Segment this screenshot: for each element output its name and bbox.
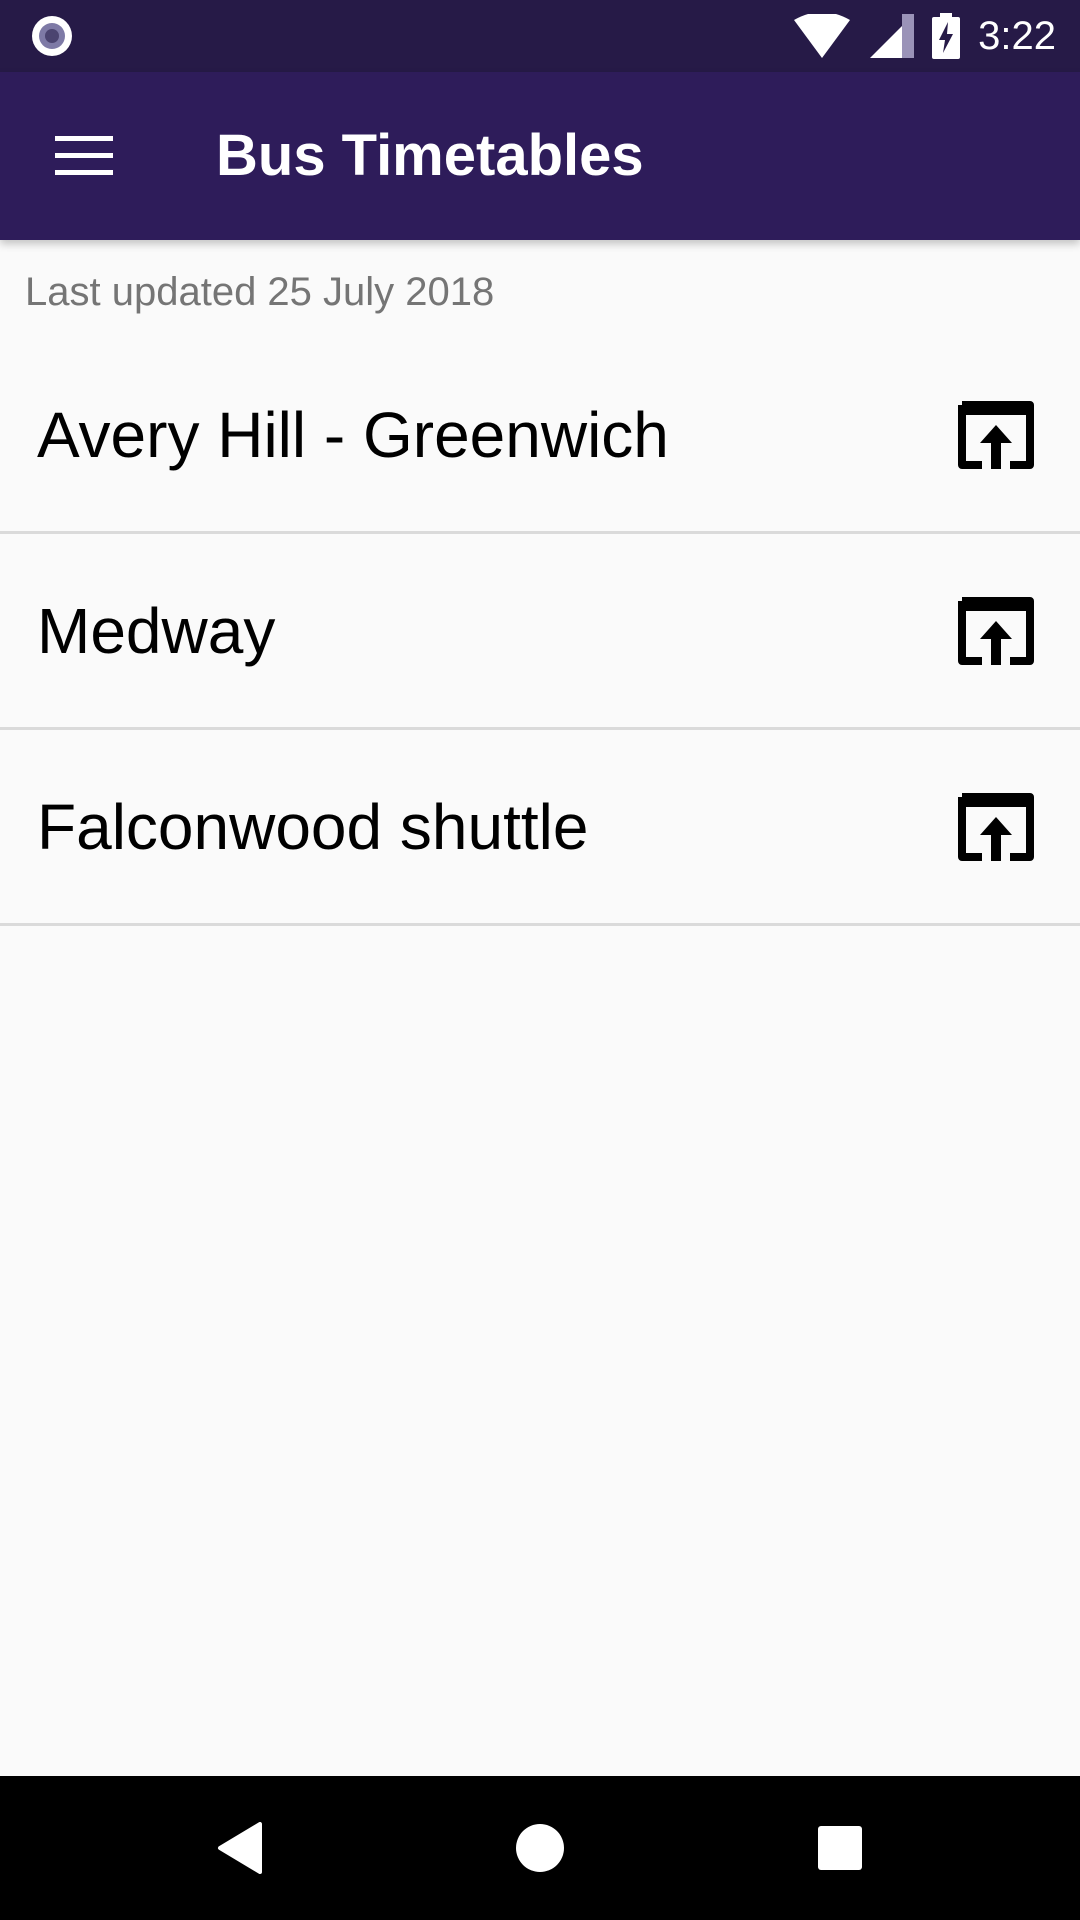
route-list: Avery Hill - Greenwich Medway Falconwood… bbox=[0, 338, 1080, 926]
open-external-icon[interactable] bbox=[958, 596, 1034, 665]
app-bar: Bus Timetables bbox=[0, 72, 1080, 240]
page-title: Bus Timetables bbox=[216, 123, 644, 188]
menu-button[interactable] bbox=[40, 116, 128, 196]
open-external-icon[interactable] bbox=[958, 792, 1034, 861]
back-icon bbox=[218, 1822, 262, 1874]
hamburger-menu-icon bbox=[55, 136, 113, 175]
signal-icon bbox=[870, 14, 915, 58]
route-label: Medway bbox=[37, 594, 276, 667]
home-button[interactable] bbox=[468, 1776, 612, 1920]
battery-charging-icon bbox=[932, 13, 961, 59]
status-time: 3:22 bbox=[978, 14, 1056, 58]
wifi-icon bbox=[794, 14, 851, 58]
recents-icon bbox=[818, 1826, 862, 1870]
route-item-falconwood-shuttle[interactable]: Falconwood shuttle bbox=[0, 730, 1080, 926]
main-content: Last updated 25 July 2018 Avery Hill - G… bbox=[0, 240, 1080, 1776]
last-updated-text: Last updated 25 July 2018 bbox=[25, 270, 495, 314]
system-nav-bar bbox=[0, 1776, 1080, 1920]
route-label: Avery Hill - Greenwich bbox=[37, 398, 669, 471]
route-item-medway[interactable]: Medway bbox=[0, 534, 1080, 730]
route-label: Falconwood shuttle bbox=[37, 790, 589, 863]
route-item-avery-hill-greenwich[interactable]: Avery Hill - Greenwich bbox=[0, 338, 1080, 534]
open-external-icon[interactable] bbox=[958, 400, 1034, 469]
status-bar: 3:22 bbox=[0, 0, 1080, 72]
status-right-group: 3:22 bbox=[792, 0, 1056, 72]
back-button[interactable] bbox=[168, 1776, 312, 1920]
home-icon bbox=[516, 1824, 564, 1872]
record-indicator-icon bbox=[32, 16, 72, 56]
recents-button[interactable] bbox=[768, 1776, 912, 1920]
